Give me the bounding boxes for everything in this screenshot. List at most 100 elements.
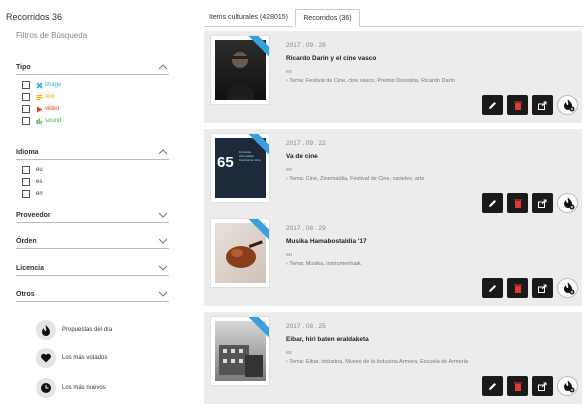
edit-button[interactable] — [482, 376, 503, 396]
result-card[interactable]: 65 Donostia Zinemaldia Festival de Cine … — [204, 129, 582, 221]
filter-label-idioma: Idioma — [16, 148, 39, 156]
filter-option-es[interactable]: es — [22, 176, 169, 188]
share-icon — [538, 284, 547, 293]
delete-button[interactable] — [507, 278, 528, 298]
quick-link-votados[interactable]: Los más votados — [36, 348, 107, 368]
arrow-icon: › — [286, 261, 288, 267]
card-tema-text: Tema: Festival de Cine, cine vasco, Prem… — [289, 78, 455, 84]
result-card[interactable]: 2017 . 09 . 28 Ricardo Darín y el cine v… — [204, 31, 582, 123]
card-actions — [478, 278, 578, 298]
card-date: 2017 . 08 . 29 — [286, 225, 326, 232]
chevron-down-icon — [157, 211, 169, 219]
filter-label-orden: Órden — [16, 237, 37, 245]
filter-option-en[interactable]: en — [22, 188, 169, 200]
card-actions — [478, 376, 578, 396]
result-card[interactable]: 2017 . 08 . 29 Musika Hamabostaldia '17 … — [204, 214, 582, 306]
chevron-down-icon — [157, 290, 169, 298]
checkbox[interactable] — [22, 190, 30, 198]
card-date: 2017 . 09 . 22 — [286, 140, 326, 147]
trash-icon — [513, 101, 522, 110]
filter-option-eu[interactable]: eu — [22, 164, 169, 176]
checkbox[interactable] — [22, 178, 30, 186]
share-button[interactable] — [532, 95, 553, 115]
arrow-icon: › — [286, 359, 288, 365]
quick-link-nuevos[interactable]: Los más nuevos — [36, 378, 106, 398]
divider — [16, 222, 169, 223]
checkbox[interactable] — [22, 166, 30, 174]
filter-option-label: text — [45, 94, 55, 100]
filter-option-label: image — [45, 82, 62, 88]
delete-button[interactable] — [507, 193, 528, 213]
filter-section-tipo: Tipo image text video sound — [16, 60, 169, 127]
trash-icon — [513, 284, 522, 293]
flame-plus-icon — [563, 197, 574, 210]
flame-plus-icon — [563, 282, 574, 295]
add-to-collection-button[interactable] — [557, 376, 578, 396]
tab-recorridos[interactable]: Recorridos (36) — [295, 9, 360, 27]
filter-option-text[interactable]: text — [22, 91, 169, 103]
filter-toggle-otros[interactable]: Otros — [16, 287, 169, 301]
checkbox[interactable] — [22, 81, 30, 89]
add-to-collection-button[interactable] — [557, 278, 578, 298]
arrow-icon: › — [286, 176, 288, 182]
chevron-down-icon — [157, 237, 169, 245]
filter-option-image[interactable]: image — [22, 79, 169, 91]
card-tema: › Tema: Eibar, industria, Museo de la In… — [286, 359, 468, 365]
card-language: es — [286, 350, 292, 356]
arrow-icon: › — [286, 78, 288, 84]
divider — [360, 26, 582, 27]
divider — [16, 301, 169, 302]
card-title[interactable]: Musika Hamabostaldia '17 — [286, 238, 367, 245]
share-button[interactable] — [532, 278, 553, 298]
divider — [16, 275, 169, 276]
divider — [16, 74, 169, 75]
poster-number: 65 — [217, 154, 234, 171]
add-to-collection-button[interactable] — [557, 95, 578, 115]
filter-option-label: en — [36, 191, 43, 197]
result-card[interactable]: 2017 . 08 . 25 Eibar, hiri baten eraldak… — [204, 312, 582, 404]
card-tema-text: Tema: Cine, Zinemaldia, Festival de Cine… — [289, 176, 425, 182]
card-thumbnail[interactable] — [210, 218, 270, 288]
filter-section-idioma: Idioma eu es en — [16, 145, 169, 200]
filter-toggle-idioma[interactable]: Idioma — [16, 145, 169, 159]
pencil-icon — [489, 284, 496, 292]
tab-items-culturales[interactable]: Items culturales (428015) — [204, 9, 293, 27]
card-language: es — [286, 167, 292, 173]
add-to-collection-button[interactable] — [557, 193, 578, 213]
checkbox[interactable] — [22, 105, 30, 113]
chevron-up-icon — [157, 148, 169, 156]
card-thumbnail[interactable]: 65 Donostia Zinemaldia Festival de Cine — [210, 133, 270, 203]
share-button[interactable] — [532, 376, 553, 396]
card-thumbnail[interactable] — [210, 316, 270, 386]
filter-toggle-orden[interactable]: Órden — [16, 234, 169, 248]
image-icon — [36, 81, 43, 89]
trash-icon — [513, 199, 522, 208]
trash-icon — [513, 382, 522, 391]
quick-link-propuestas[interactable]: Propuestas del día — [36, 320, 112, 340]
edit-button[interactable] — [482, 193, 503, 213]
filter-toggle-proveedor[interactable]: Proveedor — [16, 208, 169, 222]
edit-button[interactable] — [482, 278, 503, 298]
chevron-down-icon — [157, 264, 169, 272]
checkbox[interactable] — [22, 117, 30, 125]
filter-label-otros: Otros — [16, 290, 35, 298]
flame-plus-icon — [563, 99, 574, 112]
filter-option-label: eu — [36, 167, 43, 173]
share-button[interactable] — [532, 193, 553, 213]
delete-button[interactable] — [507, 95, 528, 115]
card-actions — [478, 193, 578, 213]
card-title[interactable]: Ricardo Darín y el cine vasco — [286, 55, 376, 62]
delete-button[interactable] — [507, 376, 528, 396]
filter-label-proveedor: Proveedor — [16, 211, 51, 219]
filter-option-video[interactable]: video — [22, 103, 169, 115]
filter-toggle-tipo[interactable]: Tipo — [16, 60, 169, 74]
card-title[interactable]: Eibar, hiri baten eraldaketa — [286, 336, 369, 343]
checkbox[interactable] — [22, 93, 30, 101]
filter-toggle-licencia[interactable]: Licencia — [16, 261, 169, 275]
edit-button[interactable] — [482, 95, 503, 115]
card-date: 2017 . 09 . 28 — [286, 42, 326, 49]
card-thumbnail[interactable] — [210, 35, 270, 105]
card-title[interactable]: Va de cine — [286, 153, 318, 160]
filter-option-sound[interactable]: sound — [22, 115, 169, 127]
text-icon — [36, 94, 43, 100]
